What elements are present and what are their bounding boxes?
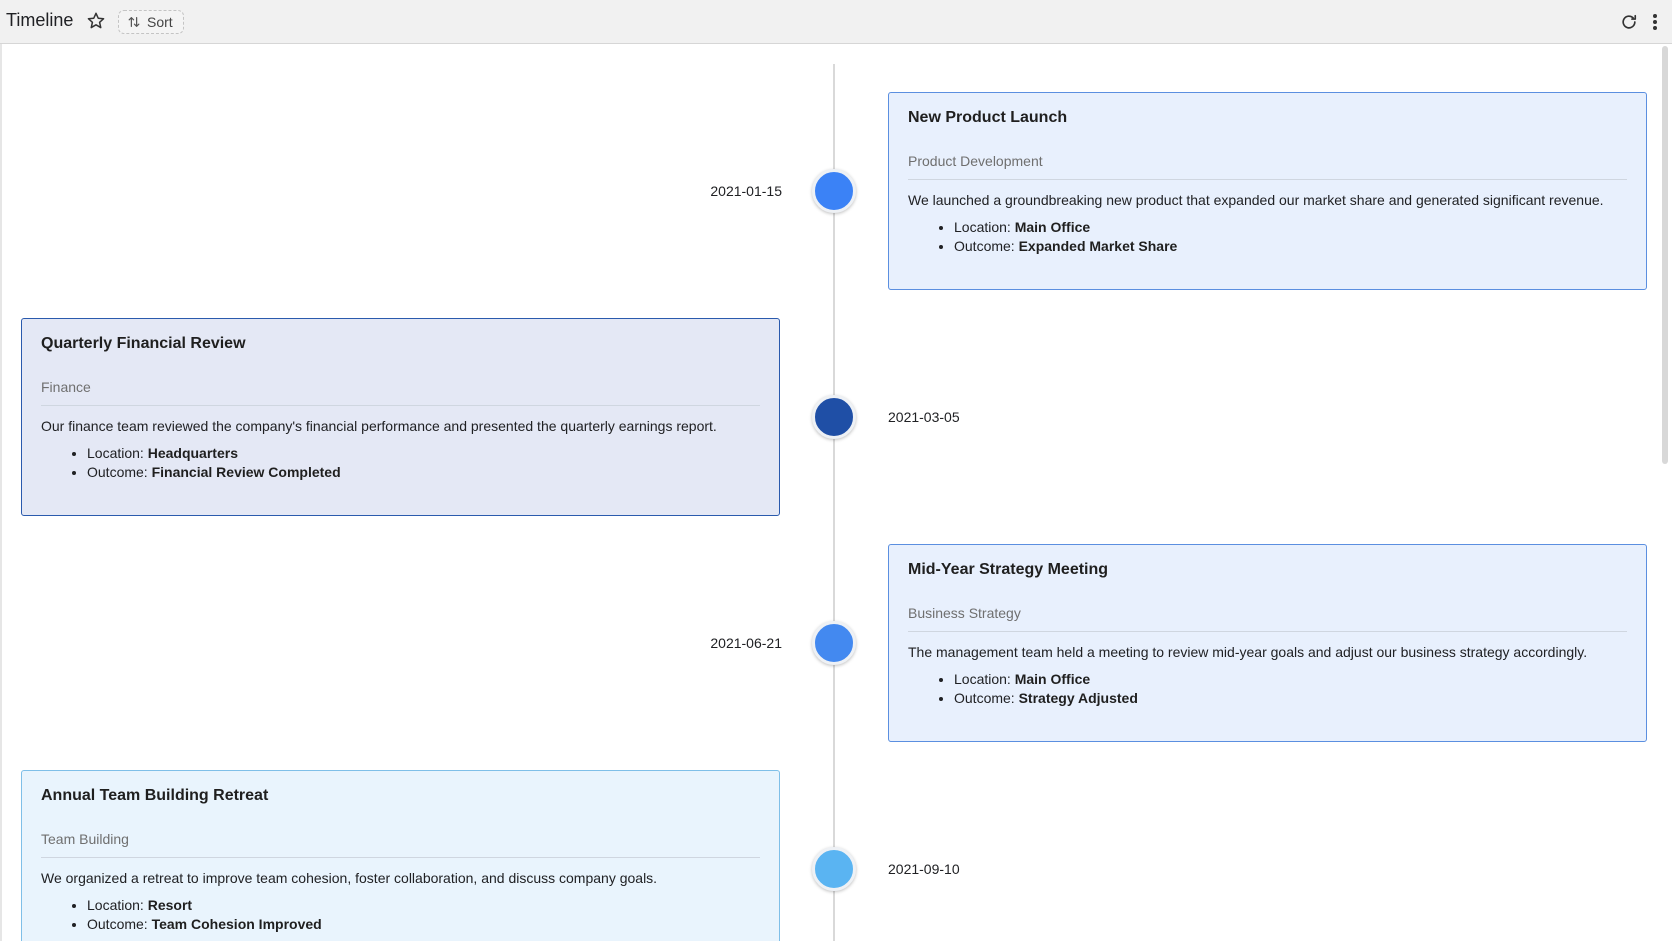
location-value: Headquarters <box>147 445 238 461</box>
event-outcome: Outcome: Financial Review Completed <box>87 463 760 482</box>
event-description: We launched a groundbreaking new product… <box>908 192 1604 208</box>
more-vert-icon[interactable] <box>1648 12 1662 32</box>
location-value: Resort <box>147 897 193 913</box>
event-card: Annual Team Building Retreat Team Buildin… <box>21 770 780 941</box>
event-location: Location: Main Office <box>954 218 1627 237</box>
event-card: New Product Launch Product Development We … <box>888 92 1647 290</box>
outcome-label: Outcome: <box>954 690 1015 706</box>
event-details: Location: HeadquartersOutcome: Financial… <box>41 444 760 482</box>
event-details: Location: ResortOutcome: Team Cohesion I… <box>41 896 760 934</box>
event-category: Team Building <box>41 831 760 858</box>
event-date: 2021-03-05 <box>888 409 960 425</box>
event-outcome: Outcome: Expanded Market Share <box>954 237 1627 256</box>
scrollbar[interactable] <box>1662 46 1668 464</box>
event-category: Finance <box>41 379 760 406</box>
event-category: Product Development <box>908 153 1627 180</box>
timeline-dot[interactable] <box>812 621 856 665</box>
event-category: Business Strategy <box>908 605 1627 632</box>
event-date: 2021-06-21 <box>710 635 782 651</box>
outcome-label: Outcome: <box>87 464 148 480</box>
location-value: Main Office <box>1014 219 1091 235</box>
outcome-value: Strategy Adjusted <box>1018 690 1138 706</box>
sort-button-label: Sort <box>147 14 173 30</box>
star-icon[interactable] <box>86 11 106 31</box>
outcome-value: Financial Review Completed <box>151 464 341 480</box>
event-description: We organized a retreat to improve team c… <box>41 870 658 886</box>
timeline-app: Timeline Sort New Product Launch Product… <box>0 0 1672 941</box>
outcome-value: Team Cohesion Improved <box>151 916 322 932</box>
sort-button[interactable]: Sort <box>118 10 184 34</box>
event-description: Our finance team reviewed the company's … <box>41 418 717 434</box>
location-label: Location: <box>954 219 1011 235</box>
location-value: Main Office <box>1014 671 1091 687</box>
sort-icon <box>127 15 141 29</box>
event-outcome: Outcome: Strategy Adjusted <box>954 689 1627 708</box>
event-date: 2021-09-10 <box>888 861 960 877</box>
location-label: Location: <box>954 671 1011 687</box>
event-details: Location: Main OfficeOutcome: Expanded M… <box>908 218 1627 256</box>
event-date: 2021-01-15 <box>710 183 782 199</box>
event-outcome: Outcome: Team Cohesion Improved <box>87 915 760 934</box>
event-title: Annual Team Building Retreat <box>41 787 269 804</box>
location-label: Location: <box>87 897 144 913</box>
outcome-label: Outcome: <box>87 916 148 932</box>
timeline-dot[interactable] <box>812 847 856 891</box>
location-label: Location: <box>87 445 144 461</box>
event-title: New Product Launch <box>908 109 1068 126</box>
outcome-label: Outcome: <box>954 238 1015 254</box>
event-location: Location: Resort <box>87 896 760 915</box>
event-location: Location: Headquarters <box>87 444 760 463</box>
event-title: Mid-Year Strategy Meeting <box>908 561 1109 578</box>
refresh-icon[interactable] <box>1619 12 1639 32</box>
timeline-dot[interactable] <box>812 395 856 439</box>
event-details: Location: Main OfficeOutcome: Strategy A… <box>908 670 1627 708</box>
event-location: Location: Main Office <box>954 670 1627 689</box>
timeline-dot[interactable] <box>812 169 856 213</box>
event-card: Quarterly Financial Review Finance Our fin… <box>21 318 780 516</box>
event-description: The management team held a meeting to re… <box>908 644 1588 660</box>
timeline-content: New Product Launch Product Development We … <box>0 44 1672 941</box>
event-card: Mid-Year Strategy Meeting Business Strate… <box>888 544 1647 742</box>
outcome-value: Expanded Market Share <box>1018 238 1178 254</box>
event-title: Quarterly Financial Review <box>41 335 246 352</box>
page-title: Timeline <box>6 10 74 30</box>
toolbar: Timeline Sort <box>0 0 1672 44</box>
